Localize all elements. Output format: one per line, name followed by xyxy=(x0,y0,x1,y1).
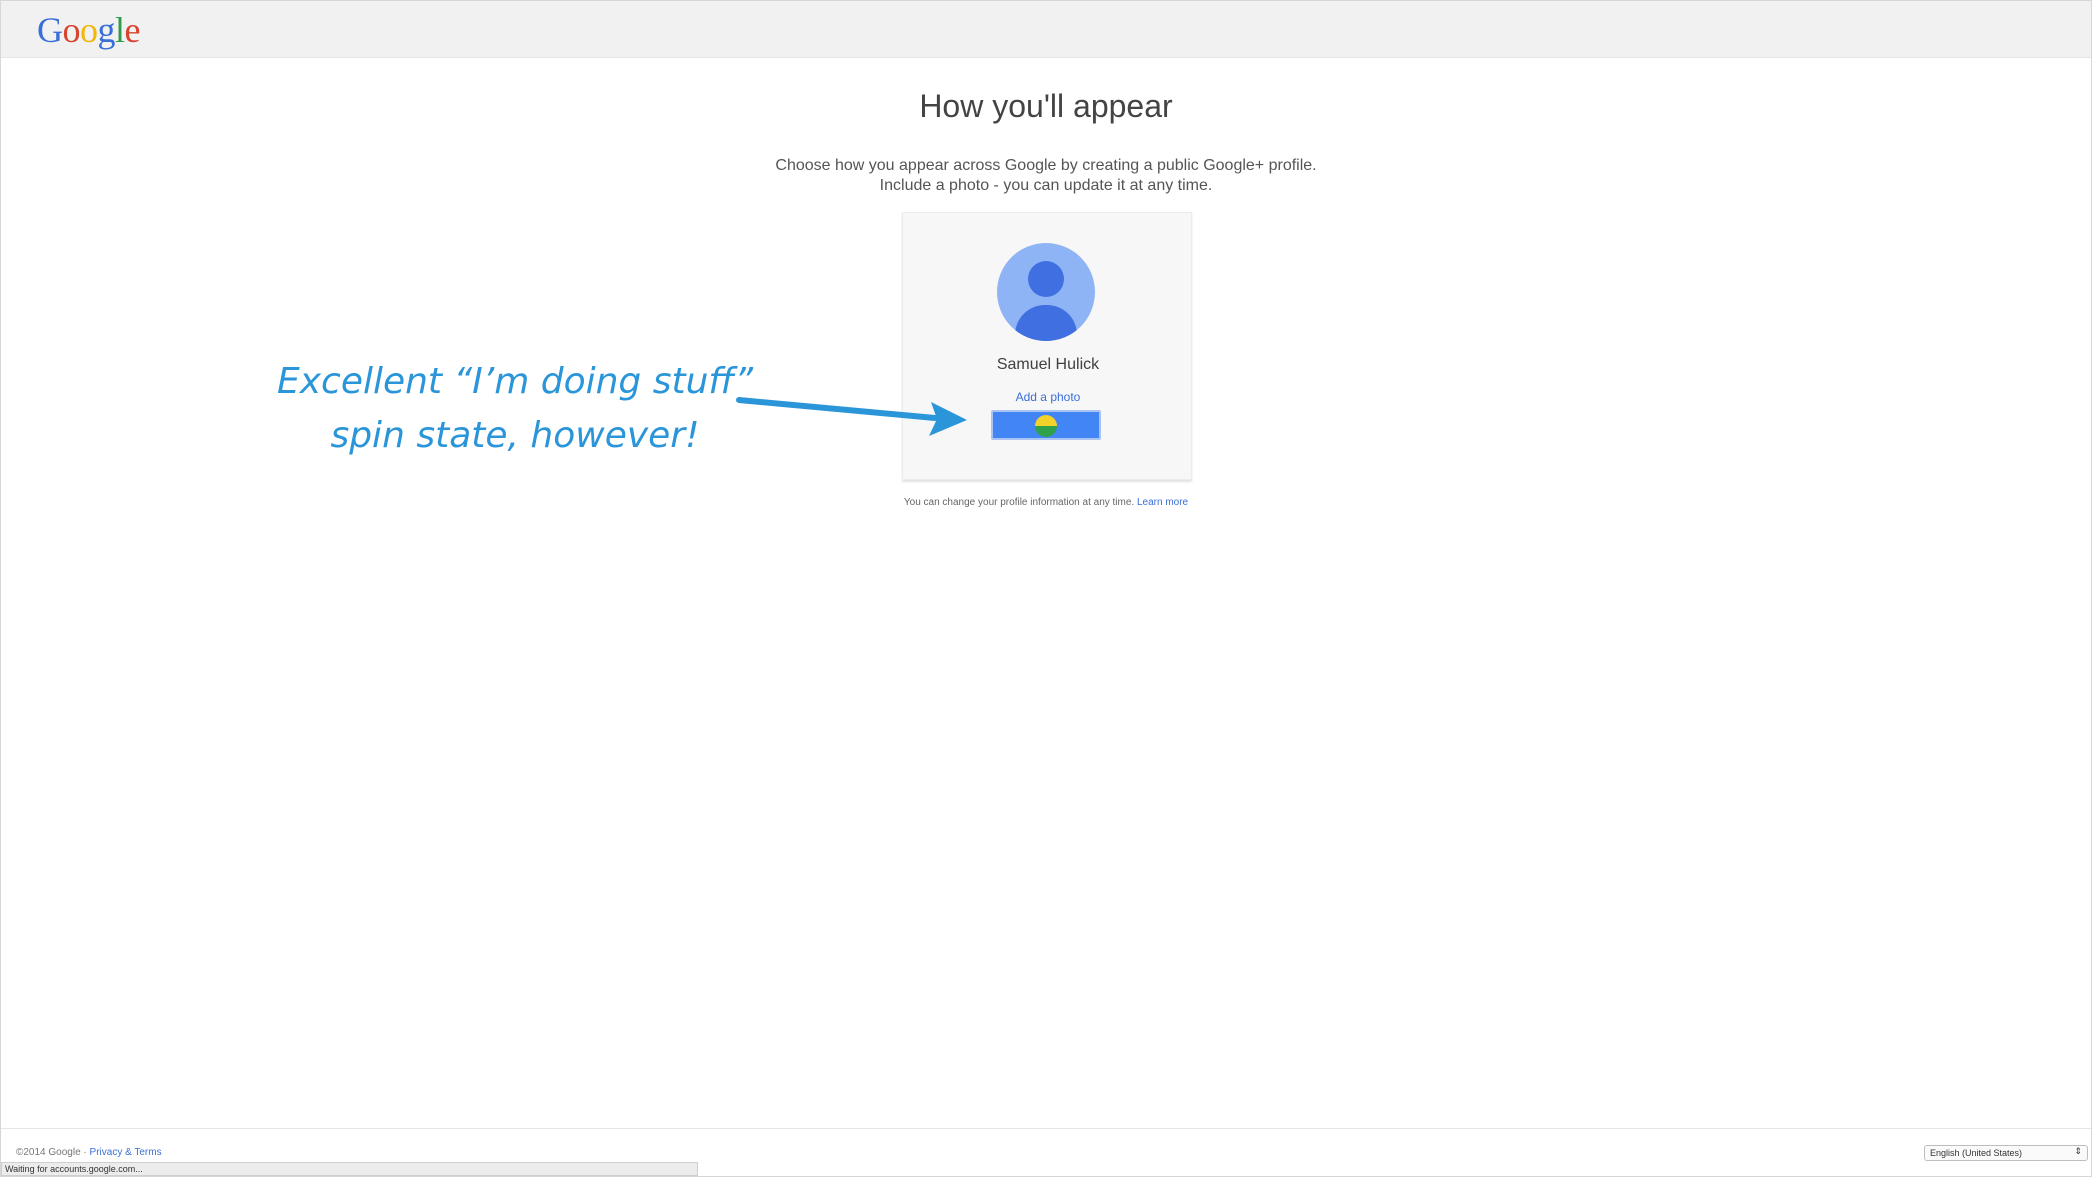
language-select[interactable]: English (United States) ⇕ xyxy=(1924,1145,2088,1161)
avatar-head xyxy=(1028,261,1064,297)
page-subtitle-line-2: Include a photo - you can update it at a… xyxy=(879,177,1213,194)
profile-footnote: You can change your profile information … xyxy=(0,497,2092,508)
footnote-text: You can change your profile information … xyxy=(903,497,1135,508)
language-select-value: English (United States) xyxy=(1930,1148,2023,1158)
page-subtitle-line-1: Choose how you appear across Google by c… xyxy=(775,157,1317,174)
select-arrows-icon: ⇕ xyxy=(2074,1146,2082,1156)
logo-letter: l xyxy=(115,10,125,50)
browser-status-bar: Waiting for accounts.google.com... xyxy=(1,1162,698,1176)
annotation-arrow-icon xyxy=(736,397,967,436)
top-bar: Google xyxy=(1,1,2091,58)
privacy-terms-link[interactable]: Privacy & Terms xyxy=(90,1147,162,1158)
annotation-line-1: Excellent “I’m doing stuff” xyxy=(276,361,754,402)
logo-letter: e xyxy=(124,10,141,50)
profile-name: Samuel Hulick xyxy=(996,356,1100,373)
footer-divider xyxy=(1,1128,2091,1129)
logo-letter: G xyxy=(37,10,63,50)
avatar-torso xyxy=(1015,305,1077,341)
loading-spinner-icon xyxy=(1035,415,1057,437)
footer-copyright: ©2014 Google · Privacy & Terms xyxy=(16,1147,162,1158)
logo-letter: g xyxy=(97,10,116,50)
person-avatar-icon xyxy=(997,243,1095,341)
annotation-callout: Excellent “I’m doing stuff” spin state, … xyxy=(250,355,780,463)
copyright-text: ©2014 Google · xyxy=(16,1147,87,1158)
logo-letter: o xyxy=(80,10,98,50)
learn-more-link[interactable]: Learn more xyxy=(1137,497,1188,508)
annotation-line-2: spin state, however! xyxy=(330,415,700,456)
page-title: How you'll appear xyxy=(919,88,1173,124)
continue-button-loading[interactable] xyxy=(991,410,1101,440)
logo-letter: o xyxy=(62,10,81,50)
google-logo[interactable]: Google xyxy=(37,9,141,51)
